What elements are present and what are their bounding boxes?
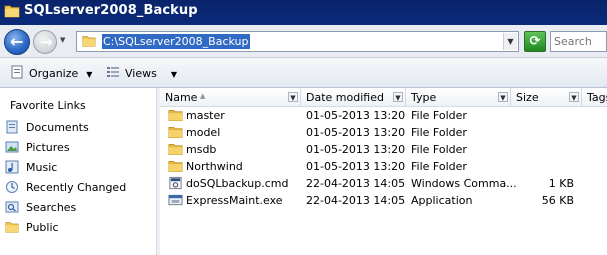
sort-ascending-icon: ▲ <box>200 92 206 100</box>
list-item[interactable]: Northwind 01-05-2013 13:20 File Folder <box>163 158 607 175</box>
favorite-label: Music <box>26 161 58 174</box>
column-label: Size <box>516 91 539 104</box>
favorite-recently-changed[interactable]: Recently Changed <box>5 179 126 197</box>
file-type: Windows Comma... <box>411 177 517 190</box>
forward-arrow-icon: → <box>40 33 53 51</box>
file-name: ExpressMaint.exe <box>186 194 283 207</box>
file-date: 01-05-2013 13:20 <box>306 160 406 173</box>
column-header-date[interactable]: Date modified ▼ <box>301 88 406 107</box>
list-item[interactable]: model 01-05-2013 13:20 File Folder <box>163 124 607 141</box>
favorite-public[interactable]: Public <box>5 219 59 237</box>
recently-changed-icon <box>6 181 18 193</box>
public-folder-icon <box>5 222 19 233</box>
file-date: 01-05-2013 13:20 <box>306 109 406 122</box>
chevron-down-icon[interactable]: ▼ <box>498 92 508 102</box>
back-arrow-icon: ← <box>10 32 24 51</box>
music-icon <box>5 160 19 174</box>
documents-icon <box>6 120 18 134</box>
file-date: 22-04-2013 14:05 <box>306 177 406 190</box>
folder-icon <box>168 126 183 138</box>
column-label: Type <box>411 91 437 104</box>
file-name: doSQLbackup.cmd <box>186 177 289 190</box>
file-size: 1 KB <box>548 177 574 190</box>
title-bar: SQLserver2008_Backup <box>0 0 607 25</box>
pane-splitter[interactable] <box>157 88 160 255</box>
favorite-label: Documents <box>26 121 89 134</box>
file-date: 22-04-2013 14:05 <box>306 194 406 207</box>
file-name: msdb <box>186 143 217 156</box>
column-label: Tags <box>587 91 607 104</box>
folder-icon <box>4 5 20 18</box>
organize-button[interactable]: Organize ▼ <box>10 65 92 81</box>
favorite-pictures[interactable]: Pictures <box>5 139 70 157</box>
searches-icon <box>5 201 19 213</box>
refresh-icon: ⟳ <box>529 34 541 49</box>
list-item[interactable]: ExpressMaint.exe 22-04-2013 14:05 Applic… <box>163 192 607 209</box>
refresh-button[interactable]: ⟳ <box>524 31 546 52</box>
file-type: File Folder <box>411 126 467 139</box>
window-title: SQLserver2008_Backup <box>24 3 198 18</box>
favorite-label: Recently Changed <box>26 181 127 194</box>
favorite-documents[interactable]: Documents <box>5 119 89 137</box>
file-type: File Folder <box>411 160 467 173</box>
folder-icon <box>82 36 96 47</box>
folder-icon <box>168 143 183 155</box>
cmd-file-icon <box>169 176 182 190</box>
column-header-name[interactable]: Name ▲ ▼ <box>160 88 301 107</box>
file-date: 01-05-2013 13:20 <box>306 143 406 156</box>
chevron-down-icon: ▼ <box>86 70 93 79</box>
address-path[interactable]: C:\SQLserver2008_Backup <box>102 34 250 49</box>
favorite-label: Public <box>26 221 59 234</box>
column-header-type[interactable]: Type ▼ <box>406 88 511 107</box>
organize-icon <box>11 65 23 79</box>
chevron-down-icon[interactable]: ▼ <box>569 92 579 102</box>
views-icon <box>107 67 119 77</box>
address-dropdown-button[interactable]: ▼ <box>503 33 517 50</box>
organize-label: Organize <box>29 67 79 80</box>
forward-button[interactable]: → <box>33 30 57 54</box>
file-name: Northwind <box>186 160 243 173</box>
chevron-down-icon[interactable]: ▼ <box>393 92 403 102</box>
exe-file-icon <box>168 194 183 206</box>
search-box[interactable] <box>550 31 607 52</box>
folder-icon <box>168 160 183 172</box>
file-type: File Folder <box>411 109 467 122</box>
search-input[interactable] <box>551 32 606 51</box>
chevron-down-icon: ▼ <box>170 70 177 79</box>
favorite-links-heading: Favorite Links <box>10 99 86 112</box>
file-type: Application <box>411 194 473 207</box>
file-name: master <box>186 109 225 122</box>
address-bar[interactable]: C:\SQLserver2008_Backup <box>76 31 519 52</box>
file-size: 56 KB <box>541 194 574 207</box>
views-label: Views <box>125 67 157 80</box>
list-item[interactable]: master 01-05-2013 13:20 File Folder <box>163 107 607 124</box>
column-header-size[interactable]: Size ▼ <box>511 88 582 107</box>
pictures-icon <box>5 141 19 153</box>
list-item[interactable]: msdb 01-05-2013 13:20 File Folder <box>163 141 607 158</box>
favorite-label: Searches <box>26 201 77 214</box>
column-label: Date modified <box>306 91 384 104</box>
column-header-tags[interactable]: Tags <box>582 88 607 107</box>
list-item[interactable]: doSQLbackup.cmd 22-04-2013 14:05 Windows… <box>163 175 607 192</box>
column-label: Name <box>165 91 198 104</box>
file-name: model <box>186 126 221 139</box>
folder-icon <box>168 109 183 121</box>
file-date: 01-05-2013 13:20 <box>306 126 406 139</box>
favorite-searches[interactable]: Searches <box>5 199 76 217</box>
back-button[interactable]: ← <box>4 29 30 55</box>
chevron-down-icon[interactable]: ▼ <box>288 92 298 102</box>
favorite-label: Pictures <box>26 141 70 154</box>
favorite-music[interactable]: Music <box>5 159 57 177</box>
views-button[interactable]: Views ▼ <box>106 65 177 81</box>
file-type: File Folder <box>411 143 467 156</box>
recent-pages-dropdown[interactable]: ▼ <box>60 36 70 46</box>
